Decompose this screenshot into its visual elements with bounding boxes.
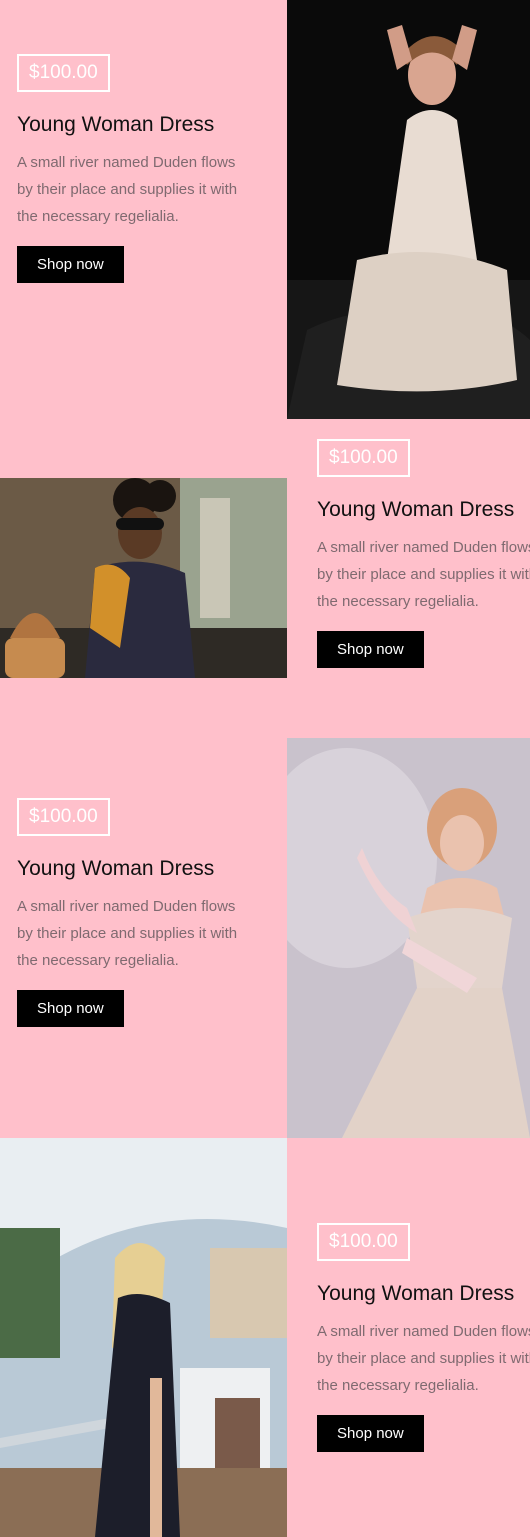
product-title: Young Woman Dress: [317, 1282, 515, 1305]
product-card-3: $100.00 Young Woman Dress A small river …: [0, 738, 530, 1138]
product-description: A small river named Duden flows by their…: [317, 539, 530, 610]
product-card-2: $100.00 Young Woman Dress A small river …: [0, 419, 530, 739]
product-description: A small river named Duden flows by their…: [17, 898, 238, 969]
shop-now-button[interactable]: Shop now: [17, 246, 124, 283]
price-tag: $100.00: [317, 1223, 410, 1261]
product-description: A small river named Duden flows by their…: [17, 154, 238, 225]
woman-on-yacht-photo: [0, 1138, 287, 1537]
shop-now-button[interactable]: Shop now: [317, 631, 424, 668]
woman-in-sparkly-gown-photo: [287, 738, 530, 1138]
product-card-4: $100.00 Young Woman Dress A small river …: [0, 1138, 530, 1537]
product-info: $100.00 Young Woman Dress A small river …: [317, 1223, 530, 1452]
price-tag: $100.00: [17, 798, 110, 836]
woman-with-sunglasses-photo: [0, 478, 287, 678]
product-info: $100.00 Young Woman Dress A small river …: [17, 798, 247, 1027]
product-description: A small river named Duden flows by their…: [317, 1323, 530, 1394]
shop-now-button[interactable]: Shop now: [317, 1415, 424, 1452]
product-title: Young Woman Dress: [17, 857, 215, 880]
product-card-1: $100.00 Young Woman Dress A small river …: [0, 0, 530, 419]
shop-now-button[interactable]: Shop now: [17, 990, 124, 1027]
woman-in-white-dress-photo: [287, 0, 530, 419]
product-info: $100.00 Young Woman Dress A small river …: [17, 54, 247, 283]
price-tag: $100.00: [17, 54, 110, 92]
product-title: Young Woman Dress: [17, 113, 215, 136]
product-title: Young Woman Dress: [317, 498, 515, 521]
price-tag: $100.00: [317, 439, 410, 477]
product-info: $100.00 Young Woman Dress A small river …: [317, 439, 530, 668]
